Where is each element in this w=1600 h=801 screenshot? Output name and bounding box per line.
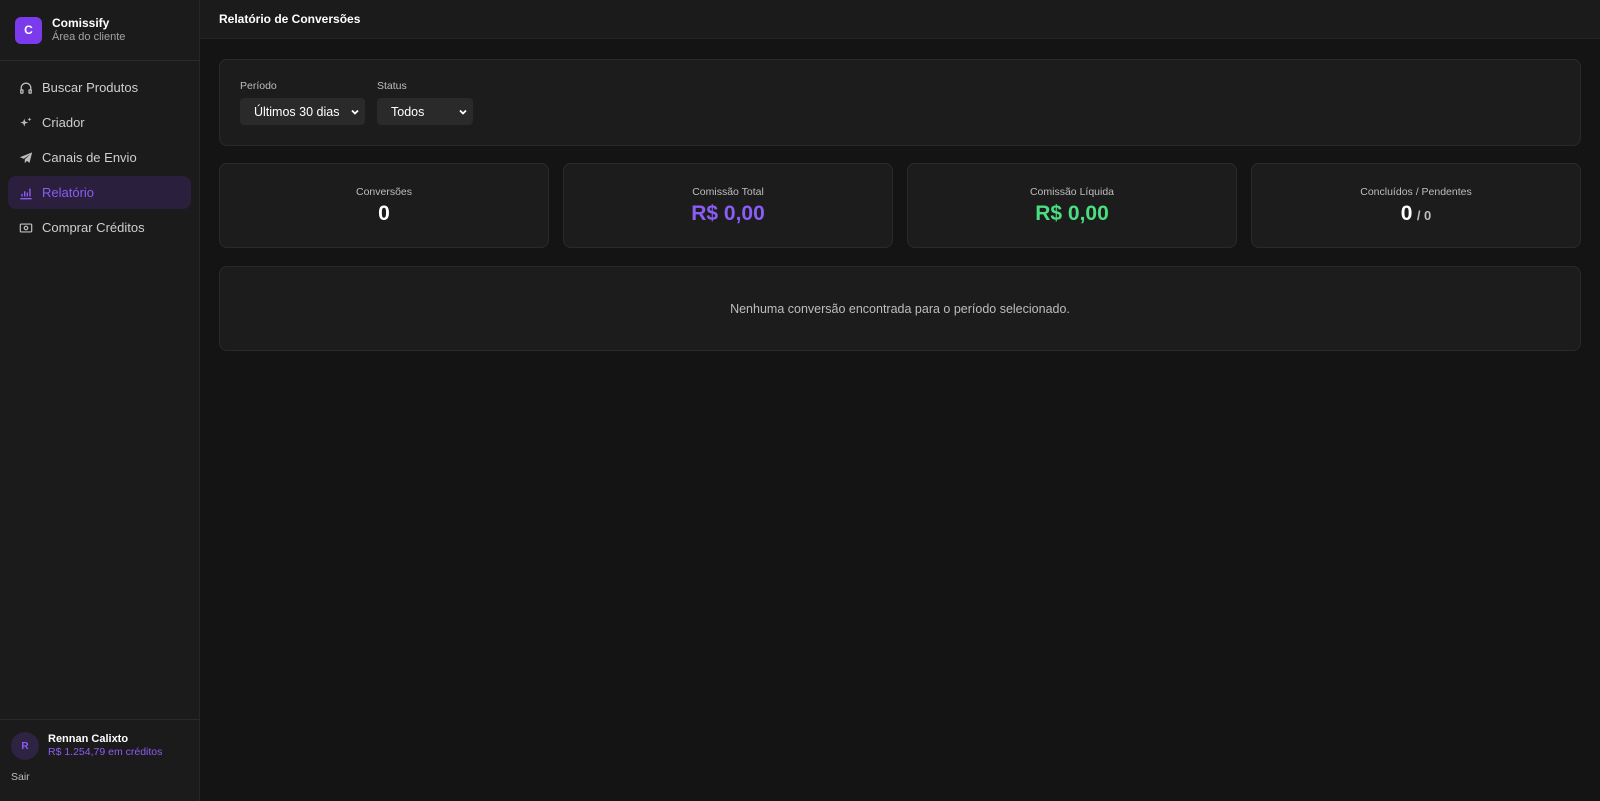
sidebar-item-canais-de-envio[interactable]: Canais de Envio bbox=[8, 141, 191, 174]
bar-chart-icon bbox=[19, 186, 33, 200]
money-icon bbox=[19, 221, 33, 235]
sidebar-item-relatorio[interactable]: Relatório bbox=[8, 176, 191, 209]
period-label: Período bbox=[240, 80, 277, 92]
user-name: Rennan Calixto bbox=[48, 732, 129, 745]
brand-name: Comissify bbox=[52, 15, 110, 30]
stat-conversions: Conversões 0 bbox=[219, 163, 549, 248]
stat-value: 0 bbox=[378, 201, 390, 225]
user-credits: R$ 1.254,79 em créditos bbox=[48, 746, 163, 759]
brand-logo: C bbox=[15, 16, 42, 44]
stat-label: Comissão Líquida bbox=[1029, 185, 1115, 198]
logout-link[interactable]: Sair bbox=[0, 760, 30, 783]
sidebar-nav: Buscar Produtos Criador Canais de Envio … bbox=[0, 61, 199, 244]
stat-total-commission: Comissão Total R$ 0,00 bbox=[563, 163, 893, 248]
sidebar-item-label: Canais de Envio bbox=[42, 150, 137, 165]
send-icon bbox=[19, 151, 33, 165]
sidebar-item-label: Relatório bbox=[42, 185, 95, 200]
sidebar: C Comissify Área do cliente Buscar Produ… bbox=[0, 0, 200, 801]
stat-sub-value: / 0 bbox=[1416, 207, 1432, 223]
chevron-down-icon bbox=[459, 109, 467, 115]
sidebar-item-comprar-creditos[interactable]: Comprar Créditos bbox=[8, 211, 191, 244]
stat-value: R$ 0,00 bbox=[1035, 201, 1109, 225]
stat-net-commission: Comissão Líquida R$ 0,00 bbox=[907, 163, 1237, 248]
stat-value: 0 bbox=[1400, 201, 1413, 225]
period-filter: Período Últimos 30 dias bbox=[240, 80, 365, 145]
user-panel: R Rennan Calixto R$ 1.254,79 em créditos… bbox=[0, 719, 199, 801]
period-select-value: Últimos 30 dias bbox=[254, 104, 340, 119]
filters-card: Período Últimos 30 dias Status Todos bbox=[219, 59, 1581, 146]
status-select-value: Todos bbox=[391, 104, 425, 119]
main-content: Relatório de Conversões Período Últimos … bbox=[200, 0, 1600, 801]
topbar: Relatório de Conversões bbox=[200, 0, 1600, 39]
empty-state-message: Nenhuma conversão encontrada para o perí… bbox=[730, 301, 1070, 316]
avatar: R bbox=[11, 732, 39, 760]
brand: C Comissify Área do cliente bbox=[0, 0, 199, 61]
stats-row: Conversões 0 Comissão Total R$ 0,00 Comi… bbox=[219, 163, 1581, 248]
sidebar-item-label: Buscar Produtos bbox=[42, 80, 139, 95]
chevron-down-icon bbox=[351, 109, 359, 115]
page-title: Relatório de Conversões bbox=[219, 12, 361, 26]
stat-value: R$ 0,00 bbox=[691, 201, 765, 225]
headphones-icon bbox=[19, 81, 33, 95]
stat-label: Conversões bbox=[355, 185, 413, 198]
app: C Comissify Área do cliente Buscar Produ… bbox=[0, 0, 1600, 801]
status-label: Status bbox=[377, 80, 407, 92]
status-select[interactable]: Todos bbox=[377, 98, 473, 125]
stat-label: Comissão Total bbox=[692, 185, 764, 198]
status-filter: Status Todos bbox=[377, 80, 473, 145]
empty-state: Nenhuma conversão encontrada para o perí… bbox=[219, 266, 1581, 351]
sidebar-item-criador[interactable]: Criador bbox=[8, 106, 191, 139]
stat-completed-pending: Concluídos / Pendentes 0 / 0 bbox=[1251, 163, 1581, 248]
stat-label: Concluídos / Pendentes bbox=[1360, 185, 1472, 198]
sidebar-item-label: Criador bbox=[42, 115, 85, 130]
sidebar-item-label: Comprar Créditos bbox=[42, 220, 145, 235]
period-select[interactable]: Últimos 30 dias bbox=[240, 98, 365, 125]
sidebar-item-buscar-produtos[interactable]: Buscar Produtos bbox=[8, 71, 191, 104]
brand-subtitle: Área do cliente bbox=[52, 30, 126, 43]
sparkles-icon bbox=[19, 116, 33, 130]
